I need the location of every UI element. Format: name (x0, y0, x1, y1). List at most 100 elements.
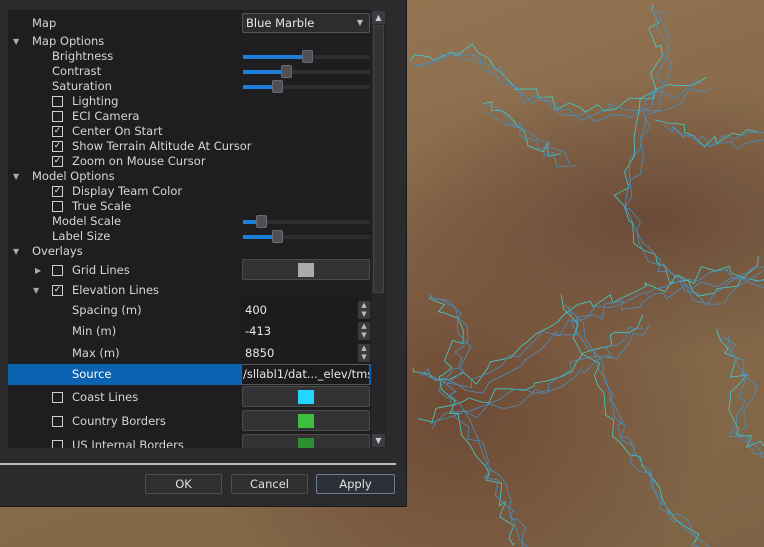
contour-line (429, 293, 528, 547)
row-map-options[interactable]: ▼ Map Options (8, 34, 371, 49)
cancel-button[interactable]: Cancel (231, 474, 308, 494)
row-elevation-lines[interactable]: ▼ ✓ Elevation Lines (8, 283, 371, 298)
color-swatch (298, 438, 314, 448)
row-label-size: Label Size (8, 229, 371, 244)
max-label: Max (m) (72, 346, 120, 360)
eci-camera-checkbox[interactable] (52, 111, 63, 122)
brightness-label: Brightness (52, 49, 114, 63)
row-model-options[interactable]: ▼ Model Options (8, 169, 371, 184)
row-coast-lines[interactable]: Coast Lines (8, 386, 371, 407)
row-grid-lines[interactable]: ▶ Grid Lines (8, 259, 371, 280)
contour-line (484, 103, 577, 168)
grid-lines-color-button[interactable] (242, 259, 370, 280)
row-country-borders[interactable]: Country Borders (8, 410, 371, 431)
contour-line (623, 6, 764, 308)
label-size-label: Label Size (52, 229, 111, 243)
row-lighting[interactable]: Lighting (8, 94, 371, 109)
contour-line (412, 265, 764, 385)
contour-line (413, 53, 713, 123)
model-scale-slider[interactable] (243, 215, 370, 228)
source-label: Source (72, 367, 112, 381)
contrast-slider[interactable] (243, 65, 370, 78)
saturation-slider[interactable] (243, 80, 370, 93)
max-value: 8850 (245, 346, 275, 360)
spin-arrows-icon[interactable]: ▲ ▼ (358, 301, 370, 319)
model-options-label: Model Options (32, 169, 115, 183)
min-spinbox[interactable]: -413 ▲ ▼ (242, 321, 370, 341)
contour-line (654, 119, 760, 148)
row-true-scale[interactable]: True Scale (8, 199, 371, 214)
map-options-label: Map Options (32, 34, 105, 48)
source-input[interactable]: /sllabl1/dat..._elev/tms.xm (241, 364, 370, 385)
contour-line (564, 304, 711, 547)
row-source[interactable]: Source/sllabl1/dat..._elev/tms.xm (8, 364, 371, 385)
true-scale-label: True Scale (72, 199, 132, 213)
brightness-slider[interactable] (243, 50, 370, 63)
true-scale-checkbox[interactable] (52, 201, 63, 212)
ok-button[interactable]: OK (145, 474, 222, 494)
country-borders-checkbox[interactable] (52, 416, 63, 427)
row-us-internal-borders[interactable]: US Internal Borders (8, 434, 371, 448)
scroll-down-icon[interactable]: ▼ (372, 434, 385, 447)
max-spinbox[interactable]: 8850 ▲ ▼ (242, 343, 370, 363)
row-display-team-color[interactable]: ✓ Display Team Color (8, 184, 371, 199)
country-borders-color-button[interactable] (242, 410, 370, 431)
scroll-up-icon[interactable]: ▲ (372, 11, 385, 24)
spin-arrows-icon[interactable]: ▲ ▼ (358, 322, 370, 340)
spin-arrows-icon[interactable]: ▲ ▼ (358, 344, 370, 362)
min-value: -413 (245, 324, 272, 338)
spacing-value: 400 (245, 303, 267, 317)
row-brightness: Brightness (8, 49, 371, 64)
scrollbar-thumb[interactable] (373, 25, 384, 293)
row-spacing: Spacing (m) 400 ▲ ▼ (8, 300, 371, 320)
row-eci-camera[interactable]: ECI Camera (8, 109, 371, 124)
zoom-on-mouse-checkbox[interactable]: ✓ (52, 156, 63, 167)
show-terrain-altitude-checkbox[interactable]: ✓ (52, 141, 63, 152)
us-internal-borders-checkbox[interactable] (52, 440, 63, 448)
elevation-lines-label: Elevation Lines (72, 283, 160, 297)
grid-lines-label: Grid Lines (72, 263, 130, 277)
map-select[interactable]: Blue Marble ▼ (242, 13, 370, 33)
display-team-color-checkbox[interactable]: ✓ (52, 186, 63, 197)
map-settings-dialog: Map Blue Marble ▼ ▼ Map Options Brightness… (0, 0, 407, 507)
us-internal-borders-label: US Internal Borders (72, 438, 184, 448)
coast-lines-color-button[interactable] (242, 386, 370, 407)
contour-line (624, 10, 764, 305)
settings-tree: Map Blue Marble ▼ ▼ Map Options Brightness… (8, 10, 386, 448)
collapse-arrow-icon[interactable]: ▼ (13, 244, 19, 259)
collapse-arrow-icon[interactable]: ▼ (33, 283, 39, 298)
label-size-slider[interactable] (243, 230, 370, 243)
apply-button[interactable]: Apply (316, 474, 395, 494)
row-map: Map Blue Marble ▼ (8, 13, 371, 33)
row-center-on-start[interactable]: ✓ Center On Start (8, 124, 371, 139)
us-internal-borders-color-button[interactable] (242, 434, 370, 448)
spacing-spinbox[interactable]: 400 ▲ ▼ (242, 300, 370, 320)
row-min: Min (m) -413 ▲ ▼ (8, 321, 371, 341)
contour-line (485, 108, 570, 165)
grid-lines-checkbox[interactable] (52, 265, 63, 276)
country-borders-label: Country Borders (72, 414, 166, 428)
row-show-terrain-altitude[interactable]: ✓ Show Terrain Altitude At Cursor (8, 139, 371, 154)
expand-arrow-icon[interactable]: ▶ (35, 263, 41, 278)
saturation-label: Saturation (52, 79, 112, 93)
lighting-label: Lighting (72, 94, 119, 108)
row-overlays[interactable]: ▼ Overlays (8, 244, 371, 259)
center-on-start-checkbox[interactable]: ✓ (52, 126, 63, 137)
collapse-arrow-icon[interactable]: ▼ (13, 169, 19, 184)
row-zoom-on-mouse[interactable]: ✓ Zoom on Mouse Cursor (8, 154, 371, 169)
map-select-value: Blue Marble (246, 16, 315, 30)
row-model-scale: Model Scale (8, 214, 371, 229)
contour-line (670, 125, 764, 149)
row-saturation: Saturation (8, 79, 371, 94)
vertical-scrollbar[interactable]: ▲ ▼ (371, 10, 386, 448)
zoom-on-mouse-label: Zoom on Mouse Cursor (72, 154, 206, 168)
coast-lines-checkbox[interactable] (52, 392, 63, 403)
color-swatch (298, 390, 314, 404)
lighting-checkbox[interactable] (52, 96, 63, 107)
contour-line (568, 306, 700, 547)
elevation-lines-checkbox[interactable]: ✓ (52, 285, 63, 296)
collapse-arrow-icon[interactable]: ▼ (13, 34, 19, 49)
coast-lines-label: Coast Lines (72, 390, 139, 404)
min-label: Min (m) (72, 324, 117, 338)
contour-line (560, 293, 700, 544)
